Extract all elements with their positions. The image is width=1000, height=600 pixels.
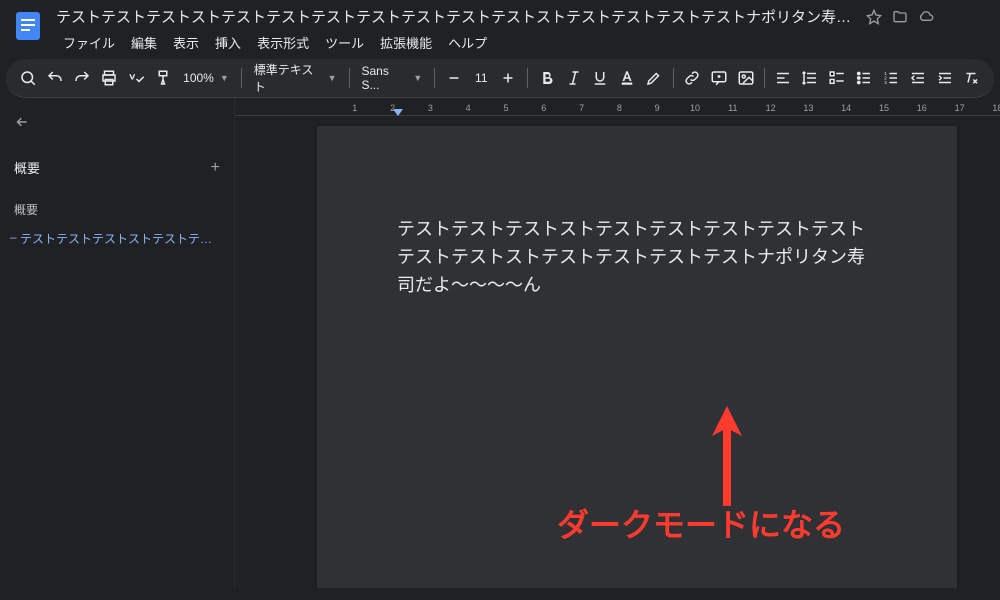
font-family-select[interactable]: Sans S...▼ bbox=[355, 65, 428, 91]
ruler-number: 12 bbox=[766, 103, 776, 113]
ruler-number: 6 bbox=[541, 103, 546, 113]
outline-heading: 概要 bbox=[10, 197, 224, 226]
paragraph-style-select[interactable]: 標準テキスト▼ bbox=[248, 65, 343, 91]
separator bbox=[764, 68, 765, 88]
separator bbox=[434, 68, 435, 88]
separator bbox=[527, 68, 528, 88]
increase-font-icon[interactable] bbox=[495, 65, 521, 91]
spellcheck-icon[interactable] bbox=[123, 65, 148, 91]
text-color-icon[interactable] bbox=[615, 65, 640, 91]
docs-logo-icon[interactable] bbox=[12, 10, 44, 42]
svg-text:3: 3 bbox=[884, 80, 887, 85]
menu-tools[interactable]: ツール bbox=[318, 30, 371, 55]
ruler-number: 17 bbox=[955, 103, 965, 113]
summary-label: 概要 bbox=[14, 158, 40, 177]
ruler-number: 10 bbox=[690, 103, 700, 113]
ruler-number: 18 bbox=[992, 103, 1000, 113]
underline-icon[interactable] bbox=[588, 65, 613, 91]
document-title[interactable]: テストテストテストストテストテストテストテストテストテストテストストテストテスト… bbox=[56, 6, 856, 27]
menu-extensions[interactable]: 拡張機能 bbox=[373, 30, 439, 55]
horizontal-ruler[interactable]: 123456789101112131415161718 bbox=[235, 98, 1000, 116]
menu-insert[interactable]: 挿入 bbox=[208, 30, 248, 55]
menu-help[interactable]: ヘルプ bbox=[441, 30, 494, 55]
undo-icon[interactable] bbox=[43, 65, 68, 91]
ruler-number: 13 bbox=[803, 103, 813, 113]
ruler-number: 14 bbox=[841, 103, 851, 113]
menu-format[interactable]: 表示形式 bbox=[250, 30, 316, 55]
insert-link-icon[interactable] bbox=[679, 65, 704, 91]
print-icon[interactable] bbox=[97, 65, 122, 91]
cloud-status-icon[interactable] bbox=[918, 9, 934, 25]
add-summary-icon[interactable]: + bbox=[211, 159, 220, 177]
outline-item[interactable]: テストテストテストストテストテストテストテ... bbox=[10, 226, 224, 251]
increase-indent-icon[interactable] bbox=[932, 65, 957, 91]
redo-icon[interactable] bbox=[70, 65, 95, 91]
ruler-number: 3 bbox=[428, 103, 433, 113]
decrease-indent-icon[interactable] bbox=[905, 65, 930, 91]
insert-image-icon[interactable] bbox=[733, 65, 758, 91]
search-icon[interactable] bbox=[16, 65, 41, 91]
document-page[interactable]: テストテストテストストテストテストテストテストテストテストテストストテストテスト… bbox=[317, 126, 957, 588]
font-size-input[interactable] bbox=[467, 67, 495, 89]
back-arrow-icon[interactable] bbox=[10, 110, 34, 134]
paint-format-icon[interactable] bbox=[150, 65, 175, 91]
ruler-number: 16 bbox=[917, 103, 927, 113]
ruler-number: 8 bbox=[617, 103, 622, 113]
ruler-number: 15 bbox=[879, 103, 889, 113]
ruler-number: 2 bbox=[390, 103, 395, 113]
document-body-text[interactable]: テストテストテストストテストテストテストテストテストテストテストストテストテスト… bbox=[397, 216, 877, 300]
move-folder-icon[interactable] bbox=[892, 9, 908, 25]
ruler-number: 1 bbox=[352, 103, 357, 113]
align-icon[interactable] bbox=[771, 65, 796, 91]
checklist-icon[interactable] bbox=[825, 65, 850, 91]
ruler-number: 5 bbox=[503, 103, 508, 113]
insert-comment-icon[interactable] bbox=[706, 65, 731, 91]
zoom-select[interactable]: 100%▼ bbox=[177, 65, 235, 91]
ruler-number: 9 bbox=[655, 103, 660, 113]
menu-view[interactable]: 表示 bbox=[166, 30, 206, 55]
numbered-list-icon[interactable]: 123 bbox=[878, 65, 903, 91]
separator bbox=[349, 68, 350, 88]
decrease-font-icon[interactable] bbox=[441, 65, 467, 91]
toolbar: 100%▼ 標準テキスト▼ Sans S...▼ 123 bbox=[6, 59, 994, 98]
menu-edit[interactable]: 編集 bbox=[124, 30, 164, 55]
italic-icon[interactable] bbox=[561, 65, 586, 91]
ruler-number: 7 bbox=[579, 103, 584, 113]
separator bbox=[673, 68, 674, 88]
menu-file[interactable]: ファイル bbox=[56, 30, 122, 55]
bulleted-list-icon[interactable] bbox=[852, 65, 877, 91]
ruler-number: 4 bbox=[466, 103, 471, 113]
outline-sidebar: 概要 + 概要 テストテストテストストテストテストテストテ... bbox=[0, 98, 235, 588]
bold-icon[interactable] bbox=[534, 65, 559, 91]
star-icon[interactable] bbox=[866, 9, 882, 25]
highlight-icon[interactable] bbox=[642, 65, 667, 91]
editor-area: 123456789101112131415161718 テストテストテストストテ… bbox=[235, 98, 1000, 588]
menu-bar: ファイル 編集 表示 挿入 表示形式 ツール 拡張機能 ヘルプ bbox=[56, 30, 988, 55]
separator bbox=[241, 68, 242, 88]
ruler-number: 11 bbox=[728, 103, 737, 113]
line-spacing-icon[interactable] bbox=[798, 65, 823, 91]
clear-format-icon[interactable] bbox=[959, 65, 984, 91]
